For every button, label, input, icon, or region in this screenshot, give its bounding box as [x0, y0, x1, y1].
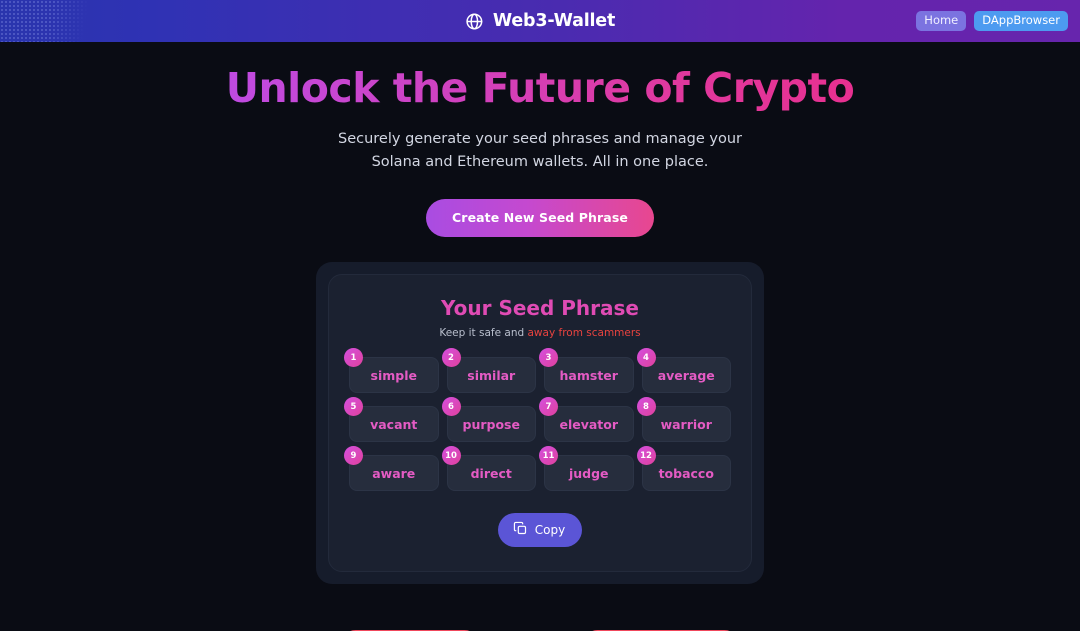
nav-link-dappbrowser[interactable]: DAppBrowser — [974, 10, 1068, 32]
seed-word[interactable]: warrior — [641, 406, 731, 443]
brand[interactable]: Web3-Wallet — [465, 11, 615, 31]
seed-word-cell: 12 tobacco — [636, 446, 731, 492]
seed-phrase-warning: Keep it safe and away from scammers — [349, 327, 731, 339]
seed-phrase-heading: Your Seed Phrase — [441, 296, 639, 321]
seed-word-grid: 1 simple 2 similar 3 hamster 4 average 5 vacant 6 p… — [344, 348, 731, 492]
seed-word-cell: 3 hamster — [539, 348, 634, 394]
copy-button[interactable]: Copy — [497, 513, 583, 548]
seed-word-cell: 8 warrior — [636, 397, 731, 443]
seed-word[interactable]: elevator — [544, 406, 634, 443]
nav-links: Home DAppBrowser — [916, 10, 1068, 32]
copy-icon — [513, 521, 528, 539]
seed-word-index-badge: 4 — [636, 348, 656, 368]
seed-word-index-badge: 6 — [441, 397, 461, 417]
seed-word-index-badge: 8 — [636, 397, 656, 417]
seed-word[interactable]: direct — [446, 455, 536, 492]
create-seed-phrase-button[interactable]: Create New Seed Phrase — [426, 199, 654, 238]
hero-subtitle: Securely generate your seed phrases and … — [338, 131, 742, 170]
seed-word-index-badge: 12 — [636, 446, 656, 466]
seed-word-cell: 10 direct — [441, 446, 536, 492]
seed-word[interactable]: tobacco — [641, 455, 731, 492]
seed-word[interactable]: judge — [544, 455, 634, 492]
seed-word[interactable]: simple — [349, 357, 439, 394]
seed-word-cell: 11 judge — [539, 446, 634, 492]
brand-title: Web3-Wallet — [492, 11, 616, 31]
seed-word-cell: 2 similar — [441, 348, 536, 394]
seed-word-index-badge: 10 — [441, 446, 461, 466]
seed-word-cell: 9 aware — [344, 446, 439, 492]
seed-word-cell: 5 vacant — [344, 397, 439, 443]
seed-word-index-badge: 2 — [441, 348, 461, 368]
seed-word-cell: 7 elevator — [539, 397, 634, 443]
seed-phrase-card: Your Seed Phrase Keep it safe and away f… — [328, 274, 752, 573]
navbar: Web3-Wallet Home DAppBrowser — [0, 0, 1080, 43]
globe-icon — [465, 12, 484, 31]
warning-prefix: Keep it safe and — [439, 327, 528, 340]
nav-link-home[interactable]: Home — [916, 10, 967, 32]
seed-word[interactable]: average — [641, 357, 731, 394]
seed-word[interactable]: purpose — [446, 406, 536, 443]
seed-word-cell: 4 average — [636, 348, 731, 394]
seed-word[interactable]: similar — [446, 357, 536, 394]
seed-word[interactable]: vacant — [349, 406, 439, 443]
navbar-dot-pattern — [0, 0, 90, 42]
seed-word[interactable]: aware — [349, 455, 439, 492]
page-title: Unlock the Future of Crypto — [0, 61, 1080, 116]
seed-word[interactable]: hamster — [544, 357, 634, 394]
hero-section: Unlock the Future of Crypto Securely gen… — [0, 43, 1080, 238]
copy-button-label: Copy — [534, 523, 566, 538]
seed-word-cell: 1 simple — [344, 348, 439, 394]
seed-phrase-outer-card: Your Seed Phrase Keep it safe and away f… — [316, 262, 764, 585]
warning-highlight: away from scammers — [527, 327, 641, 340]
seed-word-cell: 6 purpose — [441, 397, 536, 443]
